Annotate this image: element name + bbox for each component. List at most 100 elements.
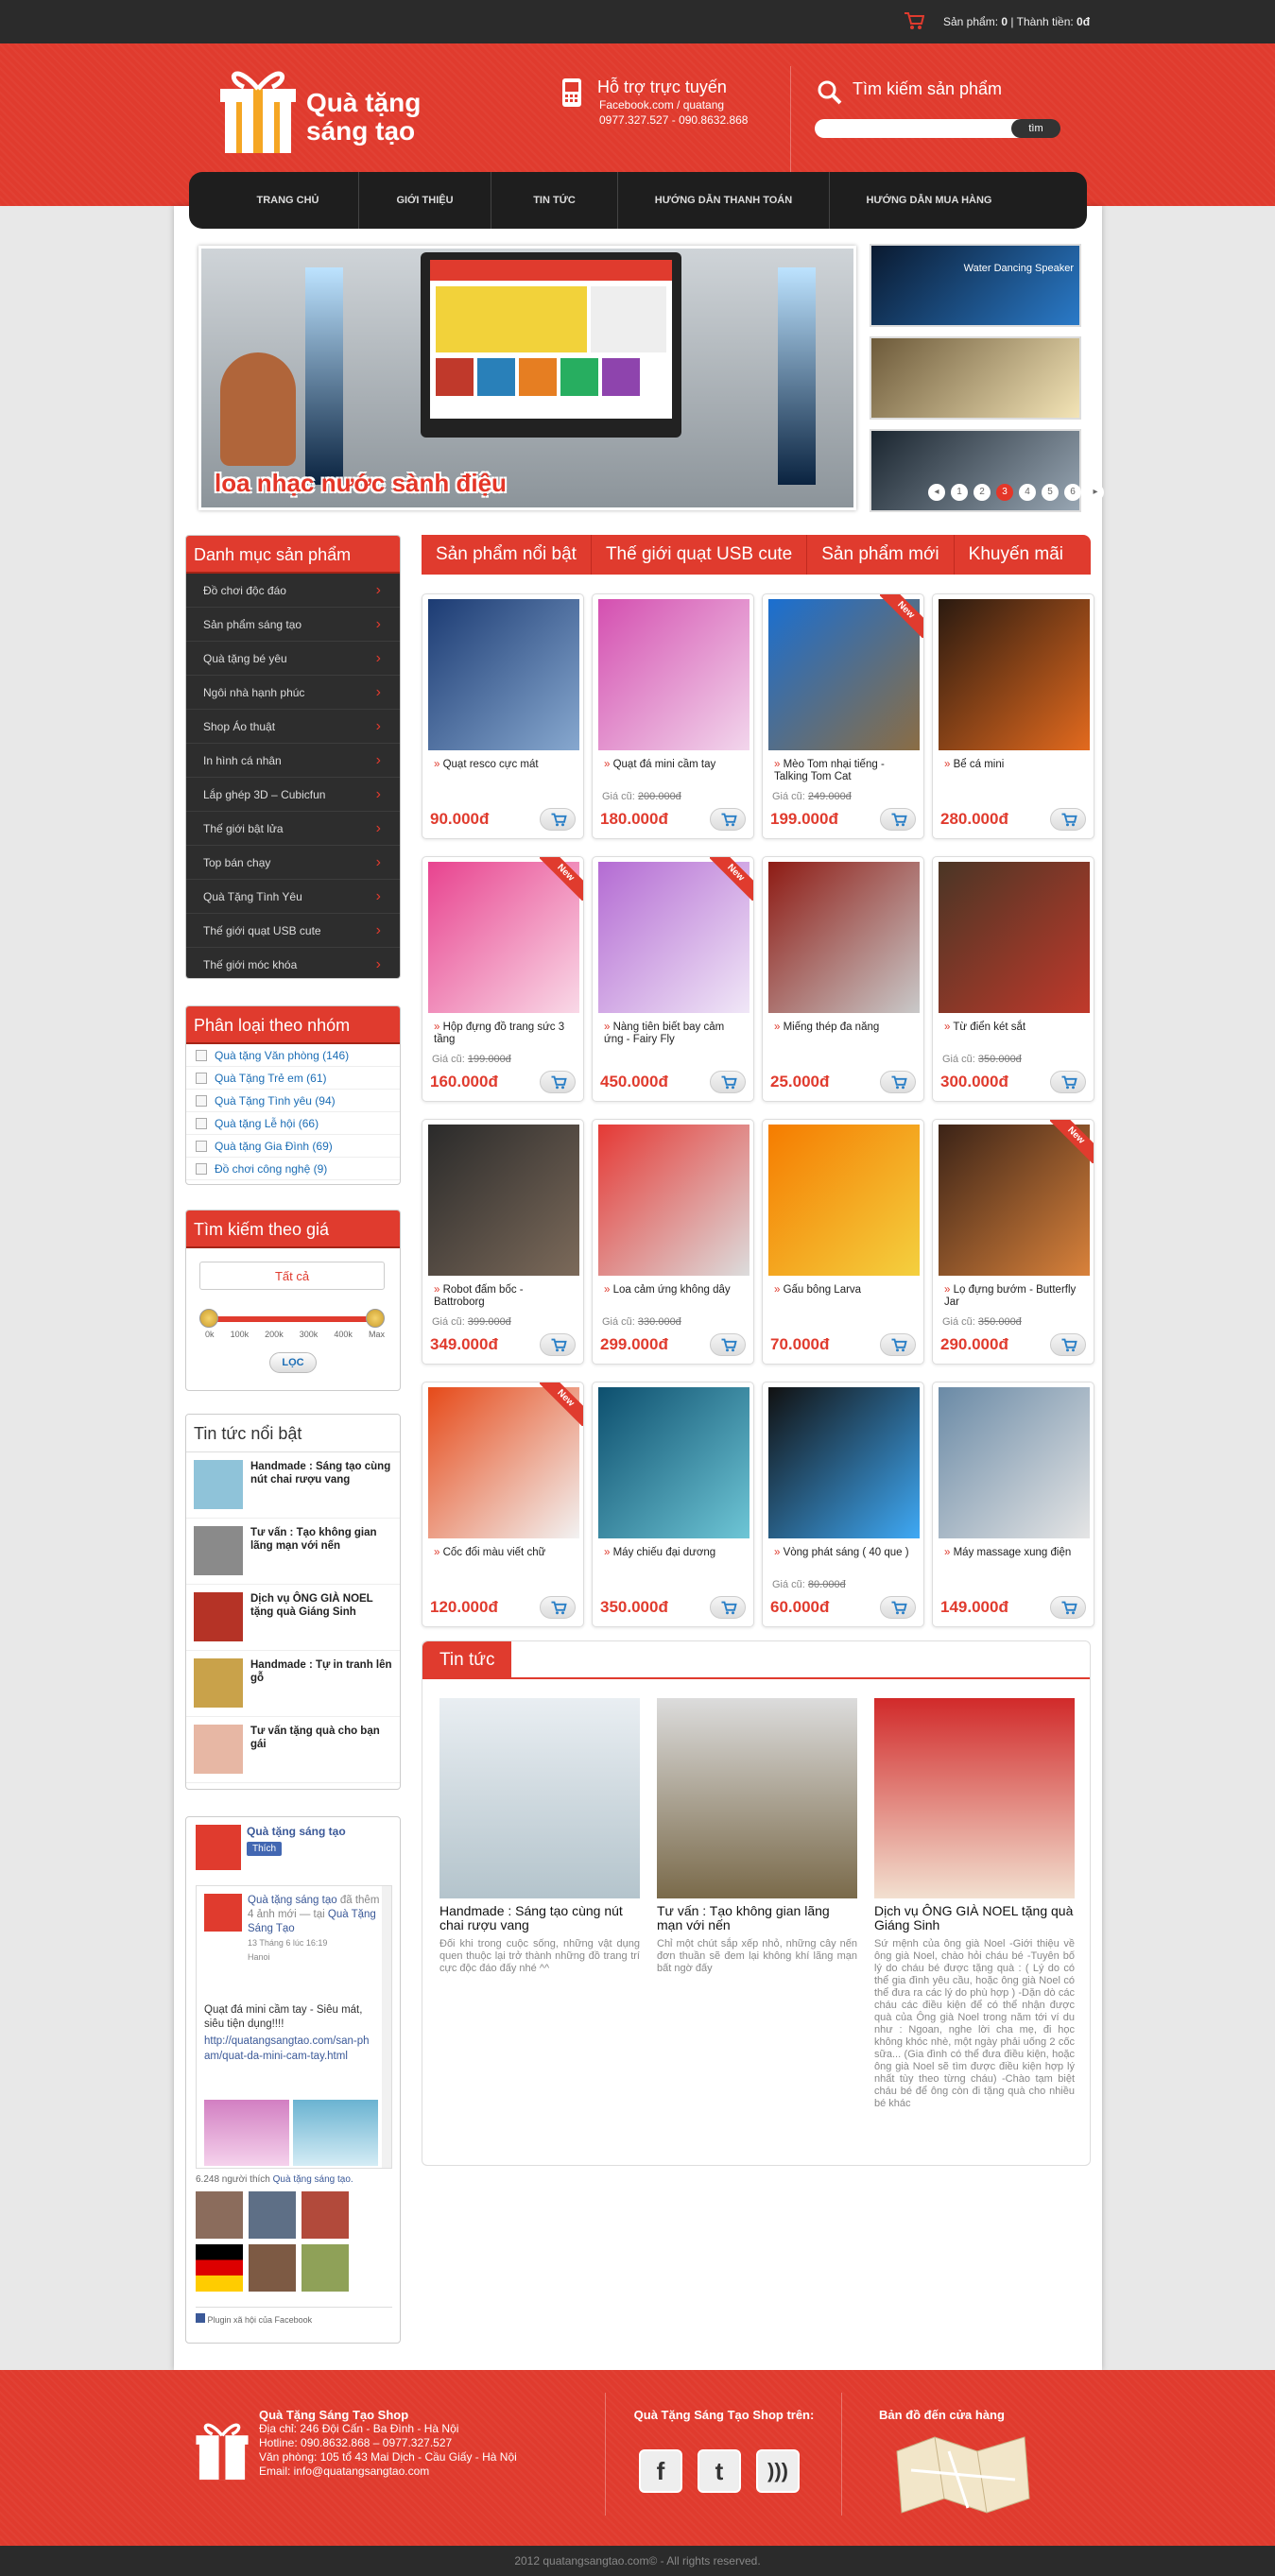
news-card-image[interactable] — [439, 1698, 640, 1898]
group-checkbox[interactable] — [196, 1162, 207, 1175]
group-label[interactable]: Quà Tặng Trẻ em (61) — [215, 1067, 327, 1090]
product-name[interactable]: Máy chiếu đại dương — [604, 1547, 746, 1559]
logo[interactable]: Quà tặng sáng tạo — [215, 60, 442, 164]
product-name[interactable]: Bể cá mini — [944, 759, 1086, 771]
group-item[interactable]: Quà Tặng Trẻ em (61) — [186, 1067, 400, 1090]
product-name[interactable]: Robot đấm bốc - Battroborg — [434, 1284, 576, 1309]
cart-icon[interactable] — [904, 11, 924, 30]
map-icon[interactable] — [892, 2432, 1034, 2517]
category-item[interactable]: Quà Tặng Tình Yêu — [186, 880, 400, 914]
fb-feed[interactable]: Quà tặng sáng tạo đã thêm 4 ảnh mới — tạ… — [196, 1885, 392, 2169]
hot-news-thumb[interactable] — [194, 1658, 243, 1708]
hot-news-title[interactable]: Tư vấn : Tạo không gian lãng mạn với nến — [250, 1526, 392, 1576]
tab-new-products[interactable]: Sản phẩm mới — [807, 535, 955, 575]
group-label[interactable]: Quà Tặng Tình yêu (94) — [215, 1090, 336, 1112]
hot-news-title[interactable]: Dịch vụ ÔNG GIÀ NOEL tặng quà Giáng Sinh — [250, 1592, 392, 1642]
category-item[interactable]: Top bán chạy — [186, 846, 400, 880]
add-to-cart-button[interactable] — [1050, 1596, 1086, 1619]
group-label[interactable]: Đồ chơi công nghệ (9) — [215, 1158, 327, 1180]
price-slider-max-handle[interactable] — [366, 1309, 385, 1328]
pager-prev[interactable]: ◂ — [928, 484, 945, 501]
fb-fan-avatar[interactable] — [302, 2244, 349, 2292]
fb-likes-link[interactable]: Quà tặng sáng tạo. — [273, 2174, 353, 2185]
group-item[interactable]: Quà tặng Văn phòng (146) — [186, 1044, 400, 1067]
product-card[interactable]: Miếng thép đa năng 25.000đ — [762, 856, 924, 1102]
pager-5[interactable]: 5 — [1042, 484, 1059, 501]
category-item[interactable]: In hình cá nhân — [186, 744, 400, 778]
group-label[interactable]: Quà tặng Gia Đình (69) — [215, 1135, 333, 1158]
product-card[interactable]: New Cốc đổi màu viết chữ 120.000đ — [422, 1382, 584, 1627]
fb-fan-avatar[interactable] — [196, 2191, 243, 2239]
category-item[interactable]: Thế giới bật lửa — [186, 812, 400, 846]
category-item[interactable]: Sản phẩm sáng tạo — [186, 608, 400, 642]
product-name[interactable]: Nàng tiên biết bay cảm ứng - Fairy Fly — [604, 1022, 746, 1046]
product-name[interactable]: Hộp đựng đồ trang sức 3 tầng — [434, 1022, 576, 1046]
add-to-cart-button[interactable] — [880, 1071, 916, 1093]
product-card[interactable]: New Hộp đựng đồ trang sức 3 tầng Giá cũ: 1… — [422, 856, 584, 1102]
product-card[interactable]: New Nàng tiên biết bay cảm ứng - Fairy Fl… — [592, 856, 754, 1102]
group-item[interactable]: Quà Tặng Tình yêu (94) — [186, 1090, 400, 1112]
add-to-cart-button[interactable] — [540, 1071, 576, 1093]
add-to-cart-button[interactable] — [880, 808, 916, 831]
fb-feed-scrollbar[interactable] — [382, 1886, 391, 2168]
hot-news-thumb[interactable] — [194, 1725, 243, 1774]
product-card[interactable]: Loa cảm ứng không dây Giá cũ: 330.000đ 299… — [592, 1119, 754, 1365]
group-label[interactable]: Quà tặng Văn phòng (146) — [215, 1044, 349, 1067]
product-name[interactable]: Cốc đổi màu viết chữ — [434, 1547, 576, 1559]
hot-news-item[interactable]: Tư vấn tặng quà cho bạn gái — [186, 1717, 400, 1783]
product-image[interactable] — [939, 862, 1090, 1013]
product-image[interactable] — [768, 1387, 920, 1538]
fb-page-name[interactable]: Quà tặng sáng tạo — [247, 1825, 346, 1838]
hot-news-title[interactable]: Handmade : Sáng tạo cùng nút chai rượu v… — [250, 1460, 392, 1510]
product-name[interactable]: Từ điển két sắt — [944, 1022, 1086, 1034]
product-card[interactable]: Từ điển két sắt Giá cũ: 350.000đ 300.000đ — [932, 856, 1094, 1102]
product-card[interactable]: Máy massage xung điện 149.000đ — [932, 1382, 1094, 1627]
category-item[interactable]: Ngôi nhà hạnh phúc — [186, 676, 400, 710]
add-to-cart-button[interactable] — [880, 1596, 916, 1619]
group-item[interactable]: Đồ chơi công nghệ (9) — [186, 1158, 400, 1180]
slider-thumb-2[interactable] — [870, 336, 1081, 420]
group-checkbox[interactable] — [196, 1094, 207, 1107]
category-item[interactable]: Lắp ghép 3D – Cubicfun — [186, 778, 400, 812]
product-card[interactable]: Quạt đá mini cầm tay Giá cũ: 200.000đ 180.… — [592, 593, 754, 839]
news-card-image[interactable] — [657, 1698, 857, 1898]
product-name[interactable]: Quạt đá mini cầm tay — [604, 759, 746, 771]
news-card-title[interactable]: Tư vấn : Tạo không gian lãng mạn với nến — [657, 1904, 857, 1932]
product-card[interactable]: Quạt resco cực mát 90.000đ — [422, 593, 584, 839]
group-item[interactable]: Quà tặng Gia Đình (69) — [186, 1135, 400, 1158]
hot-news-item[interactable]: Handmade : Tự in tranh lên gỗ — [186, 1651, 400, 1717]
hot-news-title[interactable]: Handmade : Tự in tranh lên gỗ — [250, 1658, 392, 1709]
support-facebook[interactable]: Facebook.com / quatang — [599, 97, 748, 112]
footer-email[interactable]: Email: info@quatangsangtao.com — [259, 2464, 517, 2479]
add-to-cart-button[interactable] — [540, 808, 576, 831]
add-to-cart-button[interactable] — [1050, 808, 1086, 831]
product-image[interactable] — [768, 1125, 920, 1276]
fb-fan-avatar[interactable] — [196, 2244, 243, 2292]
product-name[interactable]: Loa cảm ứng không dây — [604, 1284, 746, 1297]
search-input[interactable] — [815, 119, 1023, 138]
add-to-cart-button[interactable] — [710, 1596, 746, 1619]
slider-thumb-1[interactable]: Water Dancing Speaker — [870, 244, 1081, 327]
product-name[interactable]: Miếng thép đa năng — [774, 1022, 916, 1034]
fb-fan-avatar[interactable] — [302, 2191, 349, 2239]
pager-3[interactable]: 3 — [996, 484, 1013, 501]
add-to-cart-button[interactable] — [710, 808, 746, 831]
pager-2[interactable]: 2 — [973, 484, 991, 501]
news-card-image[interactable] — [874, 1698, 1075, 1898]
twitter-icon[interactable]: t — [698, 2449, 741, 2493]
group-checkbox[interactable] — [196, 1072, 207, 1084]
product-image[interactable] — [598, 1125, 749, 1276]
nav-payment-guide[interactable]: HƯỚNG DẪN THANH TOÁN — [618, 172, 830, 229]
add-to-cart-button[interactable] — [540, 1333, 576, 1356]
group-label[interactable]: Quà tặng Lễ hội (66) — [215, 1112, 319, 1135]
product-image[interactable] — [939, 599, 1090, 750]
group-checkbox[interactable] — [196, 1117, 207, 1129]
news-tab[interactable]: Tin tức — [422, 1641, 512, 1679]
news-card-title[interactable]: Dịch vụ ÔNG GIÀ NOEL tặng quà Giáng Sinh — [874, 1904, 1075, 1932]
product-name[interactable]: Máy massage xung điện — [944, 1547, 1086, 1559]
fb-post-photo[interactable] — [204, 2100, 289, 2166]
tab-promotions[interactable]: Khuyến mãi — [955, 535, 1077, 575]
fb-fan-avatar[interactable] — [249, 2191, 296, 2239]
tab-usb-fan[interactable]: Thế giới quạt USB cute — [592, 535, 808, 575]
fb-post-author[interactable]: Quà tặng sáng tạo — [248, 1895, 337, 1906]
